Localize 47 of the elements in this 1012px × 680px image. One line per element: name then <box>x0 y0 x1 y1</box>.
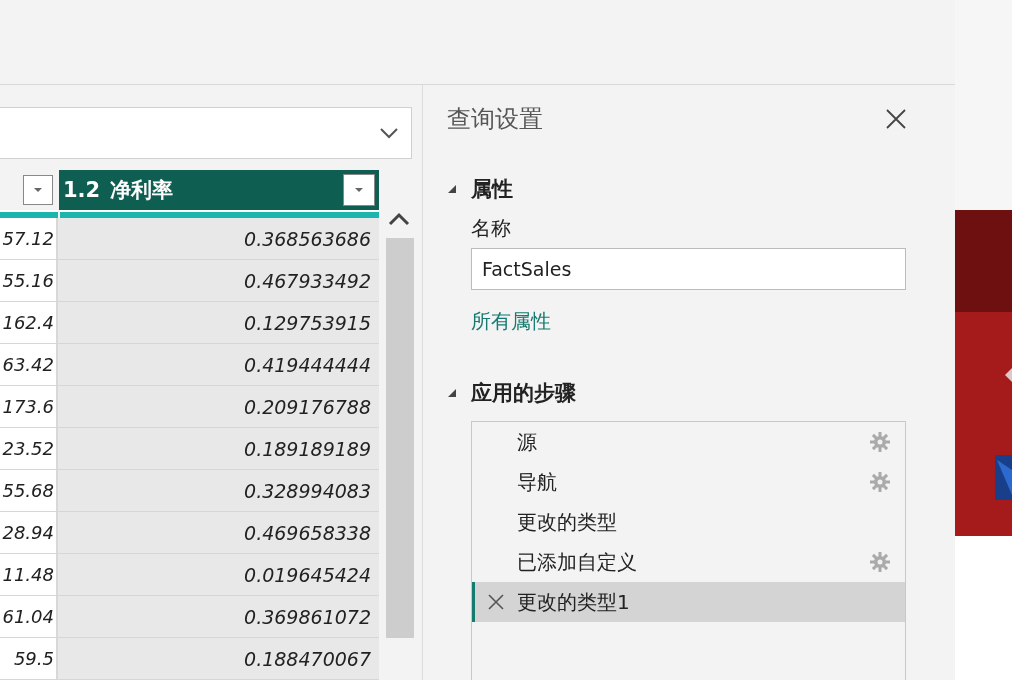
table-cell: 23.52 <box>0 428 58 470</box>
chevron-down-icon <box>379 127 399 139</box>
step-item[interactable]: 已添加自定义 <box>472 542 905 582</box>
table-cell: 0.368563686 <box>58 218 379 260</box>
table-cell: 173.6 <box>0 386 58 428</box>
column-type: 1.2 <box>63 178 101 202</box>
scrollbar-thumb[interactable] <box>385 238 414 638</box>
field-label: 名称 <box>471 215 512 242</box>
expand-triangle-icon[interactable] <box>447 388 457 398</box>
panel-title: 查询设置 <box>447 104 543 135</box>
step-item[interactable]: 导航 <box>472 462 905 502</box>
table-cell: 28.94 <box>0 512 58 554</box>
filter-dropdown[interactable] <box>343 174 375 206</box>
scroll-up-icon[interactable] <box>387 212 410 226</box>
name-field[interactable]: FactSales <box>471 248 906 290</box>
step-item[interactable]: 源 <box>472 422 905 462</box>
caret-icon <box>33 187 43 193</box>
table-cell: 55.68 <box>0 470 58 512</box>
table-cell: 162.4 <box>0 302 58 344</box>
step-item[interactable]: 更改的类型1 <box>472 582 905 622</box>
column-header[interactable]: 1.2 净利率 <box>59 170 379 210</box>
table-cell: 0.467933492 <box>58 260 379 302</box>
table-cell: 61.04 <box>0 596 58 638</box>
table-cell: 0.188470067 <box>58 638 379 680</box>
table-cell: 57.12 <box>0 218 58 260</box>
all-properties-link[interactable]: 所有属性 <box>471 308 551 335</box>
delete-icon[interactable] <box>487 593 505 611</box>
table-cell: 0.328994083 <box>58 470 379 512</box>
expand-triangle-icon[interactable] <box>447 184 457 194</box>
table-cell: 0.369861072 <box>58 596 379 638</box>
table-cell: 0.469658338 <box>58 512 379 554</box>
table-cell: 0.129753915 <box>58 302 379 344</box>
caret-icon <box>354 187 364 193</box>
table-cell: 0.189189189 <box>58 428 379 470</box>
table-cell: 0.209176788 <box>58 386 379 428</box>
table-cell: 0.019645424 <box>58 554 379 596</box>
section-heading: 属性 <box>471 176 513 203</box>
section-heading: 应用的步骤 <box>471 380 576 407</box>
table-cell: 59.5 <box>0 638 58 680</box>
table-cell: 11.48 <box>0 554 58 596</box>
table-cell: 0.419444444 <box>58 344 379 386</box>
table-cell: 55.16 <box>0 260 58 302</box>
close-icon[interactable] <box>885 108 907 130</box>
table-cell: 63.42 <box>0 344 58 386</box>
filter-dropdown[interactable] <box>23 175 53 205</box>
column-name: 净利率 <box>110 177 175 204</box>
step-item[interactable]: 更改的类型 <box>472 502 905 542</box>
